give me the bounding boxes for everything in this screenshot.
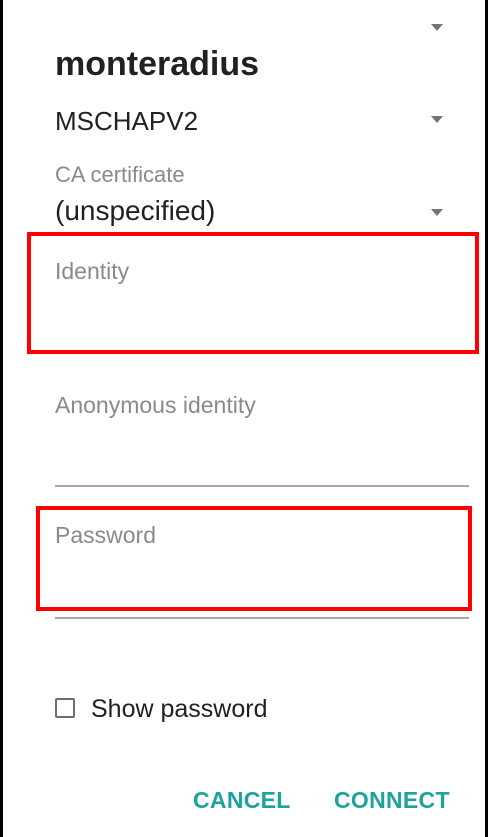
dropdown-arrow-icon[interactable] <box>431 209 443 216</box>
cancel-button[interactable]: CANCEL <box>193 785 291 815</box>
show-password-label[interactable]: Show password <box>91 693 267 725</box>
ca-certificate-label: CA certificate <box>55 162 185 187</box>
anonymous-identity-underline <box>55 485 469 487</box>
anonymous-identity-hint: Anonymous identity <box>55 392 256 418</box>
password-underline <box>55 617 469 619</box>
identity-hint: Identity <box>55 258 130 284</box>
network-name-title: monteradius <box>55 45 260 83</box>
wifi-config-dialog: monteradius MSCHAPV2 CA certificate (uns… <box>0 0 488 837</box>
password-field[interactable] <box>55 562 469 602</box>
dropdown-arrow-icon[interactable] <box>431 116 443 123</box>
phase2-auth-select[interactable]: MSCHAPV2 <box>55 104 198 138</box>
anonymous-identity-field[interactable] <box>55 432 469 472</box>
ca-certificate-select[interactable]: (unspecified) <box>55 193 215 229</box>
password-hint: Password <box>55 522 156 548</box>
connect-button[interactable]: CONNECT <box>334 785 450 815</box>
checkbox-icon[interactable] <box>55 698 75 718</box>
dropdown-arrow-icon[interactable] <box>431 24 443 31</box>
identity-field[interactable] <box>55 296 469 336</box>
